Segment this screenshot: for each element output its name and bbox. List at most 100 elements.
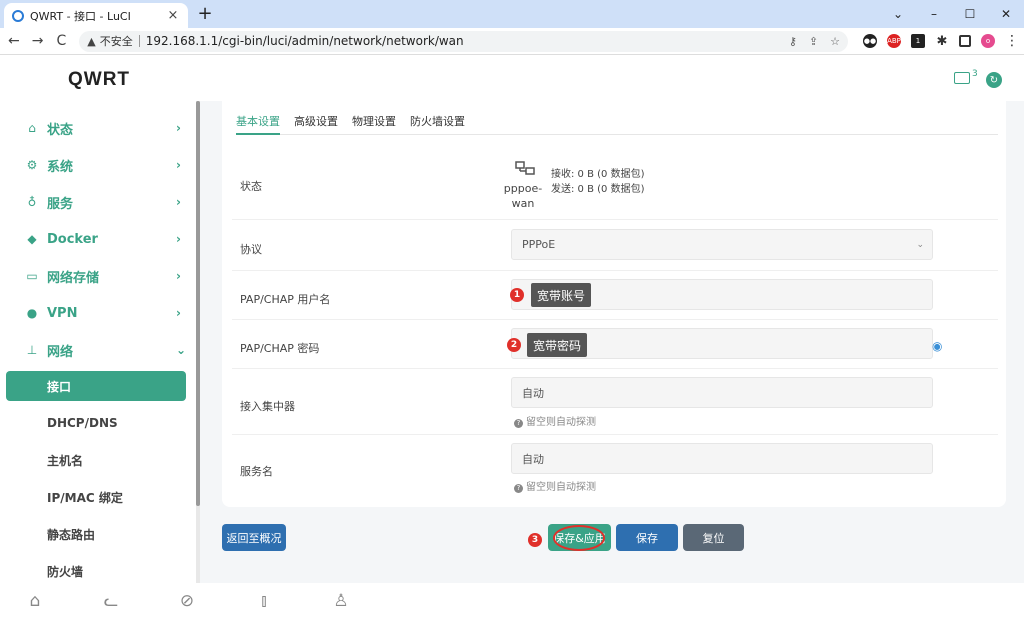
url-text[interactable]: 192.168.1.1/cgi-bin/luci/admin/network/n…: [146, 34, 777, 48]
callout-broadband-password: 宽带密码: [527, 333, 588, 357]
tab-firewall[interactable]: 防火墙设置: [410, 109, 465, 135]
sidebar: ⌂ 状态 › ⚙ 系统 › ♁ 服务 › ◆ Docker › ▭ 网络存储 ›…: [0, 101, 196, 583]
profile-avatar[interactable]: o: [980, 34, 995, 48]
favicon-icon: [12, 9, 24, 22]
ethernet-port-icon: [515, 161, 535, 175]
sidebar-item-vpn[interactable]: ● VPN ›: [0, 298, 196, 328]
sidebar-subitem-static-routes[interactable]: 静态路由: [6, 519, 186, 549]
service-name-row: 服务名 自动 ? 留空则自动探测: [232, 435, 998, 501]
side-panel-icon[interactable]: [958, 35, 971, 47]
extension-badge-icon[interactable]: 1: [910, 34, 925, 48]
access-concentrator-input[interactable]: 自动: [511, 377, 933, 408]
eye-icon[interactable]: ◉: [932, 339, 942, 353]
brand-logo: QWRT: [68, 69, 131, 90]
divider: [138, 35, 140, 47]
refresh-icon[interactable]: ↻: [986, 72, 1002, 88]
sidebar-subitem-hostnames[interactable]: 主机名: [6, 445, 186, 475]
close-window-icon[interactable]: ✕: [988, 0, 1024, 28]
browser-tab[interactable]: QWRT - 接口 - LuCI ×: [4, 3, 188, 28]
sidebar-item-label: 系统: [47, 159, 74, 175]
sidebar-item-status[interactable]: ⌂ 状态 ›: [0, 113, 196, 143]
cat-icon[interactable]: ᓚ: [100, 591, 122, 611]
address-bar: ← → C ▲ 不安全 192.168.1.1/cgi-bin/luci/adm…: [0, 28, 1024, 55]
protocol-value: PPPoE: [522, 238, 556, 251]
user-icon[interactable]: ♙: [330, 591, 352, 611]
star-icon[interactable]: ☆: [830, 35, 840, 48]
protocol-row: 协议 PPPoE ⌄: [232, 220, 998, 271]
home-icon: ⌂: [28, 121, 36, 135]
warning-icon: ▲: [87, 34, 96, 48]
sidebar-item-system[interactable]: ⚙ 系统 ›: [0, 150, 196, 180]
username-label: PAP/CHAP 用户名: [240, 293, 331, 306]
reset-button[interactable]: 复位: [683, 524, 744, 551]
save-button[interactable]: 保存: [616, 524, 678, 551]
service-name-hint: ? 留空则自动探测: [514, 478, 596, 493]
insecure-label: 不安全: [99, 35, 133, 48]
minimize-icon[interactable]: –: [916, 0, 952, 28]
sidebar-item-network[interactable]: ⊥ 网络 ⌄: [0, 335, 196, 365]
forward-arrow-icon[interactable]: →: [28, 33, 48, 49]
interface-name-line: pppoe-: [503, 182, 543, 195]
puzzle-icon[interactable]: ✱: [935, 34, 949, 49]
protocol-select[interactable]: PPPoE ⌄: [511, 229, 933, 260]
step-badge-2: 2: [507, 338, 521, 352]
key-icon[interactable]: ⚷: [789, 35, 797, 48]
sidebar-item-docker[interactable]: ◆ Docker ›: [0, 224, 196, 254]
service-name-value: 自动: [522, 452, 544, 466]
extensions: ●● ABP 1 ✱ o ⋮: [858, 33, 1024, 49]
folder-icon[interactable]: [954, 72, 970, 84]
sidebar-item-label: Docker: [47, 231, 98, 247]
tab-title: QWRT - 接口 - LuCI: [30, 9, 131, 23]
chevron-down-icon: ⌄: [916, 239, 924, 250]
tab-physical[interactable]: 物理设置: [352, 109, 396, 135]
chevron-right-icon: ›: [176, 121, 181, 135]
sidebar-subitem-dhcp-dns[interactable]: DHCP/DNS: [6, 408, 186, 438]
close-icon[interactable]: ×: [166, 8, 180, 23]
compass-icon[interactable]: ⊘: [176, 591, 198, 611]
access-concentrator-hint: ? 留空则自动探测: [514, 413, 596, 428]
tab-advanced[interactable]: 高级设置: [294, 109, 338, 135]
network-icon: ⊥: [26, 343, 38, 357]
home-icon[interactable]: ⌂: [24, 591, 46, 611]
interface-name: pppoe- wan: [502, 181, 544, 211]
vpn-icon: ●: [26, 306, 38, 320]
maximize-icon[interactable]: ☐: [952, 0, 988, 28]
kebab-menu-icon[interactable]: ⋮: [1005, 33, 1019, 49]
step-badge-1: 1: [510, 288, 524, 302]
sidebar-item-storage[interactable]: ▭ 网络存储 ›: [0, 261, 196, 291]
app-header: QWRT 3 ↻: [0, 55, 1024, 101]
highlight-ring: [553, 525, 605, 551]
sidebar-subitem-ip-mac-binding[interactable]: IP/MAC 绑定: [6, 482, 186, 512]
chart-icon[interactable]: ⫾: [253, 591, 275, 611]
chevron-right-icon: ›: [176, 306, 181, 320]
access-concentrator-value: 自动: [522, 386, 544, 400]
help-icon: ?: [514, 484, 523, 493]
user-icon: ♁: [27, 195, 37, 209]
adblock-icon[interactable]: ABP: [886, 34, 901, 48]
reload-icon[interactable]: C: [52, 33, 72, 49]
sidebar-subitem-interfaces[interactable]: 接口: [6, 371, 186, 401]
tab-search-icon[interactable]: ⌄: [880, 0, 916, 28]
share-icon[interactable]: ⇪: [809, 35, 818, 48]
help-icon: ?: [514, 419, 523, 428]
sidebar-item-services[interactable]: ♁ 服务 ›: [0, 187, 196, 217]
username-row: PAP/CHAP 用户名: [232, 271, 998, 320]
protocol-label: 协议: [240, 243, 262, 256]
back-to-overview-button[interactable]: 返回至概况: [222, 524, 286, 551]
chevron-right-icon: ›: [176, 195, 181, 209]
sidebar-scrollbar[interactable]: [196, 101, 200, 506]
chevron-right-icon: ›: [176, 269, 181, 283]
sidebar-subitem-firewall[interactable]: 防火墙: [6, 556, 186, 586]
back-arrow-icon[interactable]: ←: [4, 33, 24, 49]
service-name-input[interactable]: 自动: [511, 443, 933, 474]
sidebar-item-label: 网络: [47, 344, 74, 360]
gear-icon: ⚙: [26, 158, 38, 172]
docker-icon: ◆: [27, 232, 37, 246]
sidebar-item-label: VPN: [47, 305, 78, 321]
chevron-right-icon: ›: [176, 232, 181, 246]
traffic-stats: 接收: 0 B (0 数据包) 发送: 0 B (0 数据包): [551, 167, 644, 197]
tab-basic[interactable]: 基本设置: [236, 109, 280, 135]
omnibox[interactable]: ▲ 不安全 192.168.1.1/cgi-bin/luci/admin/net…: [79, 30, 848, 52]
new-tab-button[interactable]: +: [196, 3, 214, 24]
extension-icon[interactable]: ●●: [862, 34, 877, 48]
